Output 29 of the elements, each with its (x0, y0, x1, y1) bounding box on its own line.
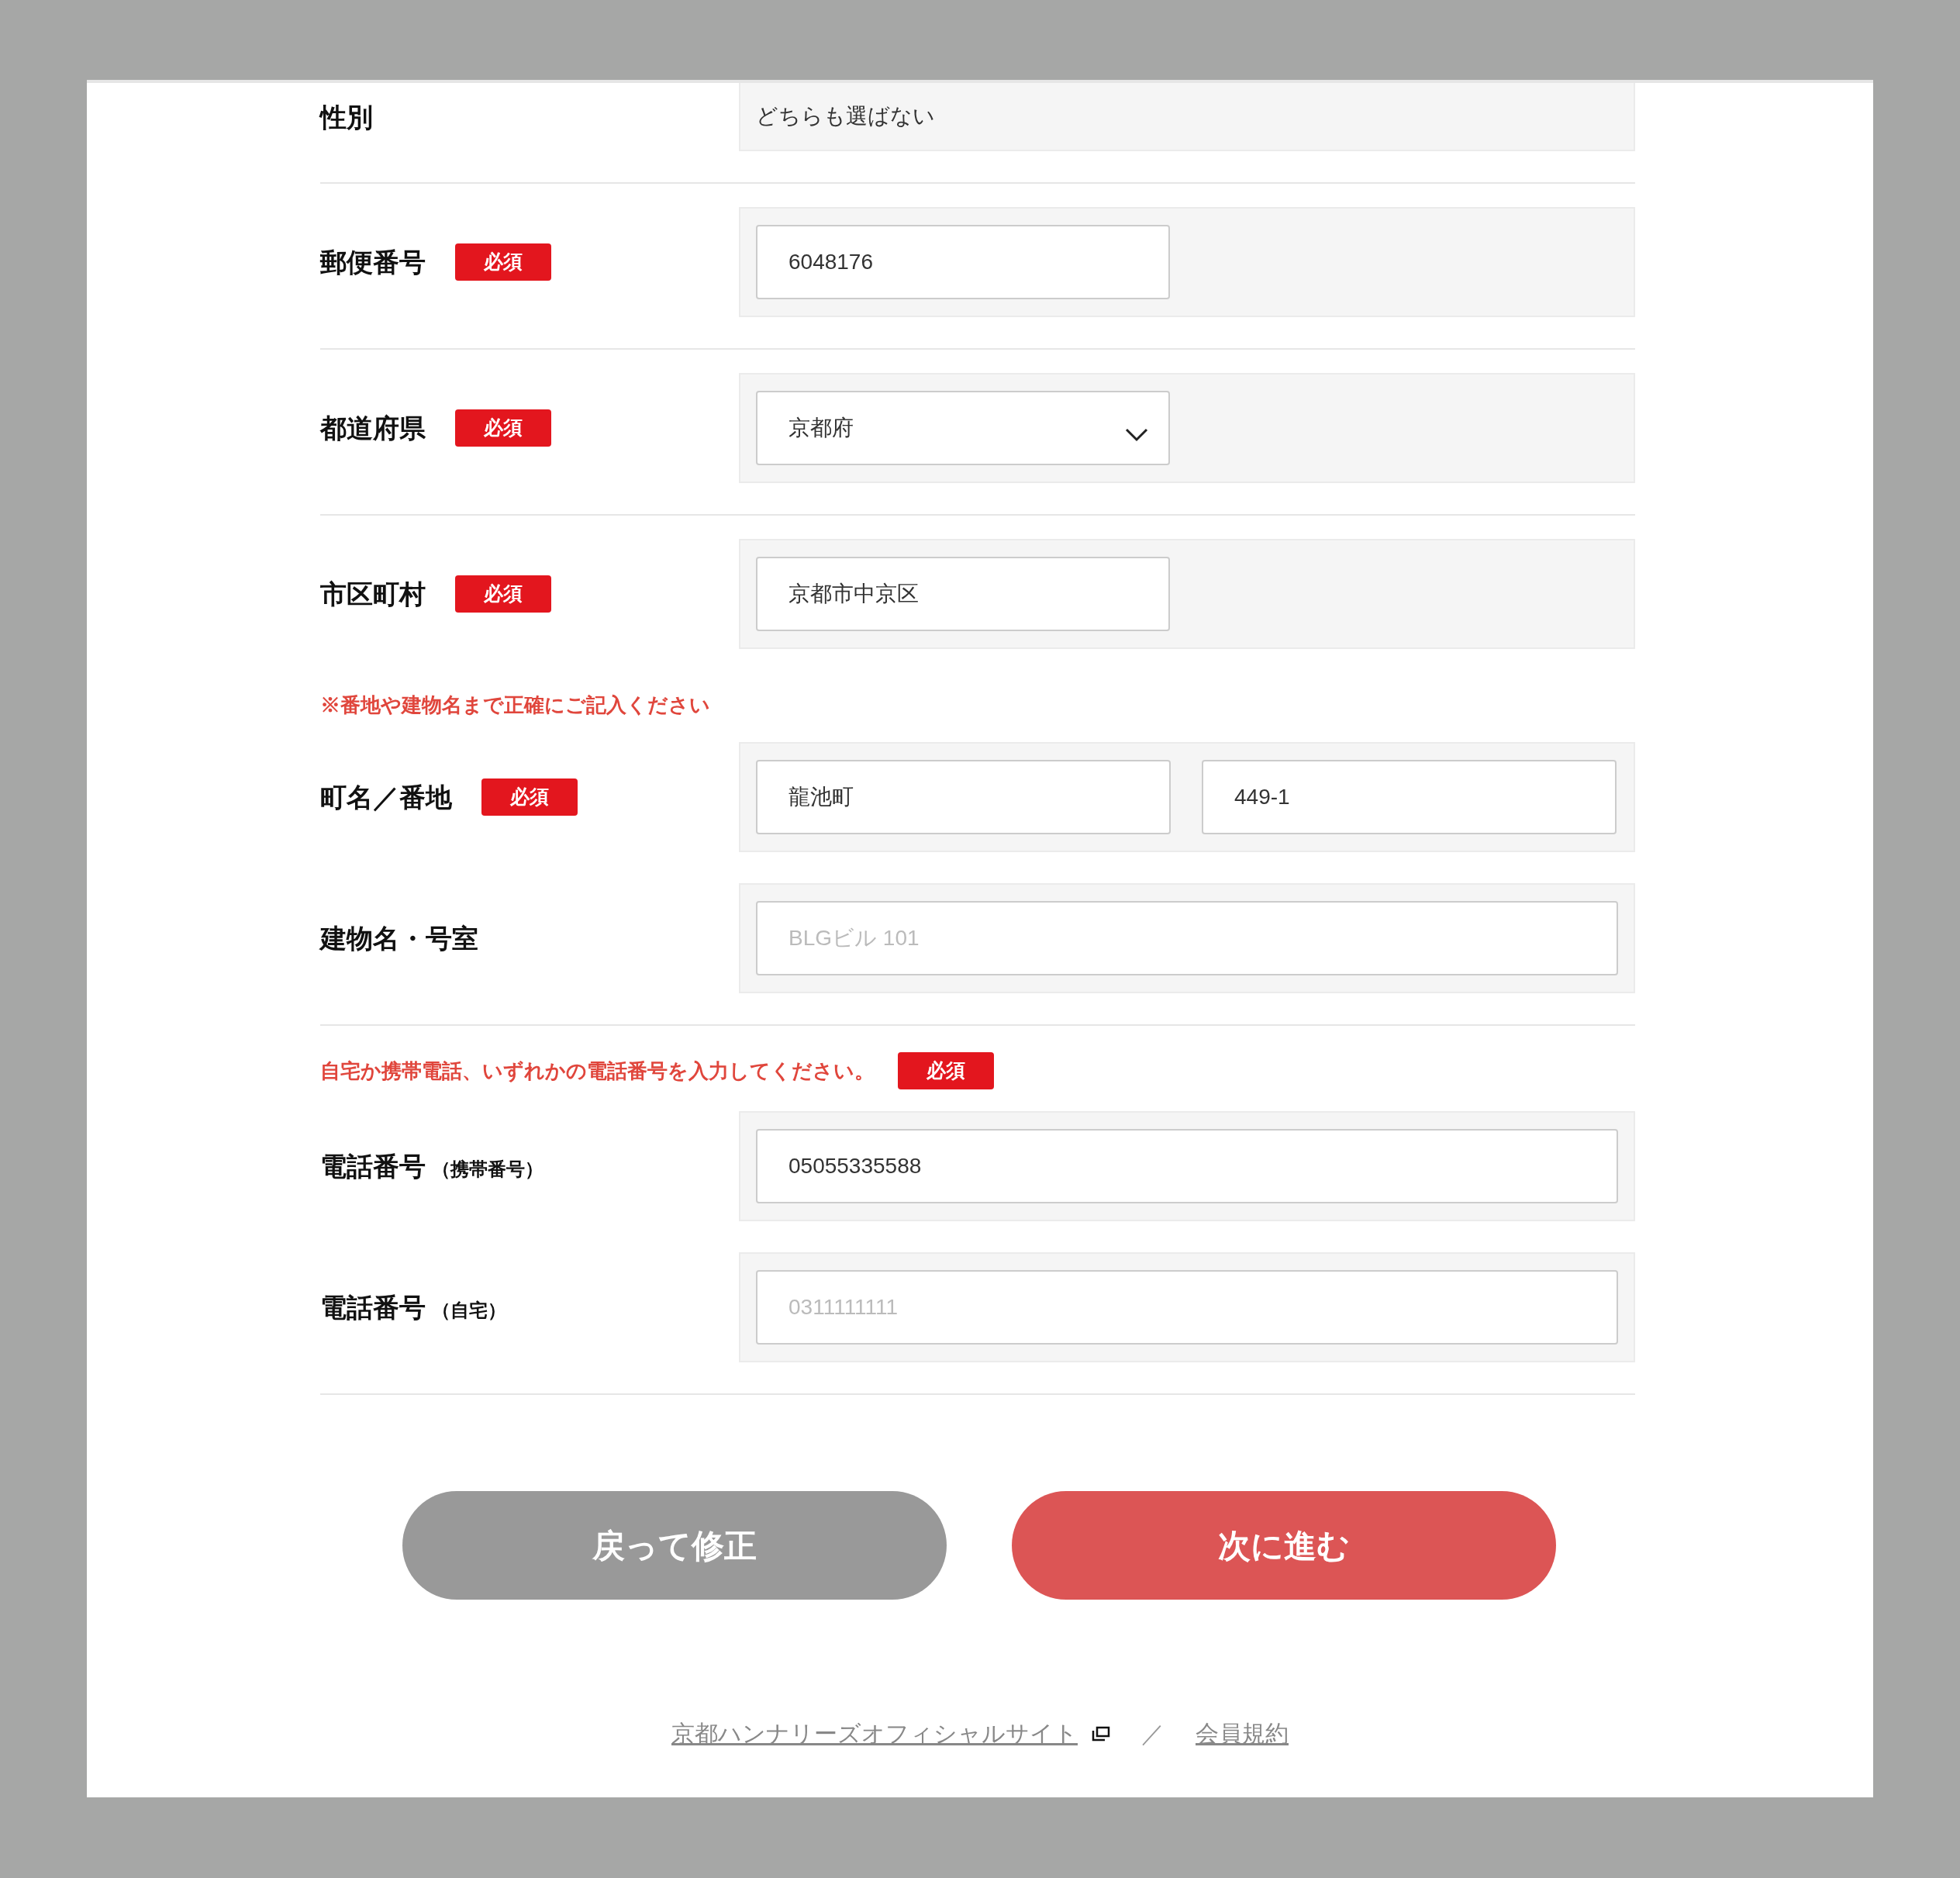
field-label: 電話番号 (320, 1291, 426, 1324)
field-label: 都道府県 (320, 412, 426, 444)
input-field[interactable]: 6048176 (756, 225, 1170, 299)
label-note: （自宅） (432, 1298, 506, 1322)
field-label: 郵便番号 (320, 246, 426, 278)
input-field[interactable]: 05055335588 (756, 1129, 1618, 1203)
label-note: （携帯番号） (432, 1157, 543, 1181)
field-label: 町名／番地 (320, 781, 452, 813)
field-label: 市区町村 (320, 578, 426, 610)
field-label: 性別 (320, 101, 373, 133)
required-badge: 必須 (455, 243, 551, 281)
required-badge: 必須 (481, 778, 578, 816)
input-field[interactable]: 449-1 (1202, 760, 1617, 834)
chevron-down-icon (1125, 428, 1148, 442)
field-label: 電話番号 (320, 1150, 426, 1182)
footer-link[interactable]: 京都ハンナリーズオフィシャルサイト (671, 1716, 1078, 1751)
note-text: ※番地や建物名まで正確にご記入ください (320, 692, 710, 718)
footer-link[interactable]: 会員規約 (1196, 1716, 1289, 1751)
required-badge: 必須 (455, 409, 551, 447)
input-field[interactable]: 京都市中京区 (756, 557, 1170, 631)
select-field[interactable]: 京都府 (756, 391, 1170, 465)
input-field[interactable]: 龍池町 (756, 760, 1171, 834)
field-label: 建物名・号室 (320, 922, 478, 955)
note-text: 自宅か携帯電話、いずれかの電話番号を入力してください。 (320, 1058, 875, 1084)
required-badge: 必須 (455, 575, 551, 613)
separator: ／ (1141, 1720, 1165, 1748)
required-badge: 必須 (898, 1052, 994, 1089)
field-value: どちらも選ばない (756, 103, 935, 129)
next-button[interactable]: 次に進む (1012, 1491, 1556, 1600)
